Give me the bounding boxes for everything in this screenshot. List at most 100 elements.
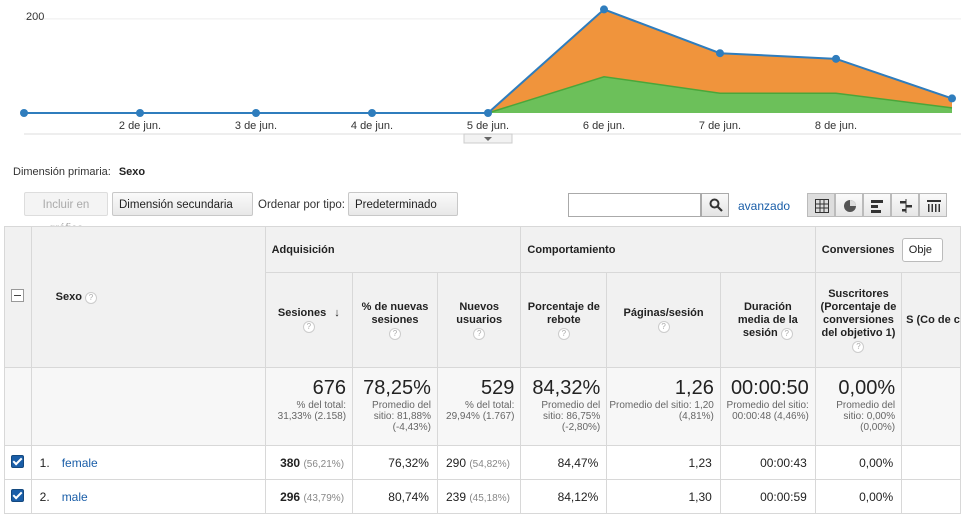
column-header-goal-completions[interactable]: S (Co de c bbox=[901, 272, 961, 368]
data-point bbox=[484, 109, 492, 117]
secondary-dimension-dropdown[interactable]: Dimensión secundaria bbox=[112, 192, 253, 232]
report-table: Sexo ? Adquisición Comportamiento Conver… bbox=[4, 226, 961, 514]
help-icon[interactable]: ? bbox=[852, 340, 865, 353]
performance-view-button[interactable] bbox=[863, 193, 891, 217]
total-cell: 0,00% Promedio del sitio: 0,00% (0,00%) bbox=[814, 367, 903, 446]
x-tick-label: 6 de jun. bbox=[583, 120, 625, 132]
help-icon[interactable]: ? bbox=[85, 291, 98, 304]
search-icon bbox=[709, 198, 723, 212]
row-checkbox[interactable] bbox=[11, 488, 25, 502]
new-users-cell: 239 (45,18%) bbox=[436, 479, 522, 514]
column-header-avg-session-duration[interactable]: Duración media de la sesión ? bbox=[719, 272, 816, 368]
data-point bbox=[136, 109, 144, 117]
pie-view-button[interactable] bbox=[835, 193, 863, 217]
dimension-header[interactable]: Sexo ? bbox=[30, 226, 266, 368]
total-cell: 84,32% Promedio del sitio: 86,75% (-2,80%… bbox=[520, 367, 608, 446]
help-icon[interactable]: ? bbox=[780, 327, 793, 340]
partial-cell bbox=[901, 445, 961, 480]
column-header-sessions[interactable]: Sesiones ↓? bbox=[264, 272, 354, 368]
table-view-button[interactable] bbox=[807, 193, 835, 217]
table-toolbar: Incluir en gráfico Dimensión secundaria … bbox=[0, 192, 961, 235]
new-users-cell: 290 (54,82%) bbox=[436, 445, 522, 480]
advanced-filter-link[interactable]: avanzado bbox=[738, 199, 790, 213]
data-point bbox=[716, 49, 724, 58]
total-cell: 676% del total: 31,33% (2.158) bbox=[264, 367, 354, 446]
column-header-new-users[interactable]: Nuevos usuarios? bbox=[436, 272, 522, 368]
x-tick-label: 8 de jun. bbox=[815, 120, 857, 132]
total-note: Promedio del sitio: 86,75% (-2,80%) bbox=[541, 400, 601, 433]
total-note: Promedio del sitio: 00:00:48 (4,46%) bbox=[726, 400, 809, 422]
total-cell-partial bbox=[901, 367, 961, 446]
row-dimension-link[interactable]: female bbox=[62, 456, 98, 470]
total-cell: 1,26 Promedio del sitio: 1,20 (4,81%) bbox=[606, 367, 721, 446]
table-row: 1. female 380 (56,21%) 76,32% 290 (54,82%… bbox=[4, 445, 961, 480]
search-button[interactable] bbox=[701, 193, 729, 217]
partial-cell bbox=[901, 479, 961, 514]
total-note: Promedio del sitio: 81,88% (-4,43%) bbox=[372, 400, 431, 433]
col-label: Páginas/sesión bbox=[623, 307, 704, 319]
total-value: 529 bbox=[481, 377, 515, 399]
goal-selector[interactable]: Obje bbox=[901, 238, 944, 262]
new-users-value: 290 bbox=[445, 455, 466, 470]
help-icon[interactable]: ? bbox=[302, 321, 315, 333]
help-icon[interactable]: ? bbox=[473, 327, 486, 340]
plot-rows-button[interactable]: Incluir en gráfico bbox=[24, 192, 108, 235]
total-cell: 00:00:50 Promedio del sitio: 00:00:48 (4,… bbox=[719, 367, 816, 446]
conversion-cell: 0,00% bbox=[814, 445, 903, 480]
row-dimension-link[interactable]: male bbox=[62, 490, 88, 504]
col-label: Porcentaje de rebote bbox=[527, 300, 600, 326]
sort-type-dropdown[interactable]: Predeterminado bbox=[348, 192, 458, 232]
data-point bbox=[832, 54, 840, 63]
totals-label-cell bbox=[30, 367, 266, 446]
sort-type-label: Ordenar por tipo: bbox=[258, 199, 345, 211]
total-value: 00:00:50 bbox=[730, 377, 809, 399]
column-header-goal-conversion[interactable]: Suscritores (Porcentaje de conversiones … bbox=[814, 272, 903, 368]
group-header-conversions-label: Conversiones bbox=[821, 243, 895, 256]
primary-dimension-value[interactable]: Sexo bbox=[119, 166, 145, 178]
column-header-bounce-rate[interactable]: Porcentaje de rebote? bbox=[520, 272, 608, 368]
col-label: % de nuevas sesiones bbox=[361, 300, 429, 326]
total-note: Promedio del sitio: 0,00% (0,00%) bbox=[836, 400, 896, 433]
bounce-cell: 84,12% bbox=[520, 479, 608, 514]
total-note: % del total: 29,94% (1.767) bbox=[446, 400, 515, 422]
total-cell: 529% del total: 29,94% (1.767) bbox=[436, 367, 522, 446]
total-cell: 78,25% Promedio del sitio: 81,88% (-4,43%… bbox=[352, 367, 438, 446]
row-checkbox-cell bbox=[4, 479, 32, 514]
select-all-cell bbox=[4, 226, 32, 368]
help-icon[interactable]: ? bbox=[557, 327, 570, 340]
group-header-behavior: Comportamiento bbox=[520, 226, 816, 273]
dimension-header-label: Sexo bbox=[55, 290, 82, 303]
y-tick-label: 200 bbox=[26, 11, 44, 23]
row-index: 2. bbox=[39, 489, 50, 504]
duration-cell: 00:00:43 bbox=[719, 445, 816, 480]
total-value: 84,32% bbox=[532, 377, 601, 399]
x-tick-label: 4 de jun. bbox=[351, 120, 393, 132]
col-label: Suscritores (Porcentaje de conversiones … bbox=[820, 287, 897, 339]
select-all-checkbox[interactable] bbox=[11, 289, 25, 302]
column-header-new-sessions-pct[interactable]: % de nuevas sesiones? bbox=[352, 272, 438, 368]
new-users-pct: (45,18%) bbox=[469, 492, 510, 504]
sessions-pct: (56,21%) bbox=[303, 458, 345, 470]
help-icon[interactable]: ? bbox=[657, 321, 670, 333]
sessions-cell: 380 (56,21%) bbox=[264, 445, 354, 480]
total-value: 1,26 bbox=[674, 377, 714, 399]
row-checkbox-cell bbox=[4, 445, 32, 480]
pivot-view-icon bbox=[927, 200, 941, 212]
pie-view-icon bbox=[844, 200, 856, 212]
comparison-view-button[interactable] bbox=[891, 193, 919, 217]
data-point bbox=[368, 109, 376, 117]
row-index: 1. bbox=[39, 455, 50, 470]
table-view-icon bbox=[815, 199, 829, 213]
column-header-pages-per-session[interactable]: Páginas/sesión? bbox=[606, 272, 721, 368]
x-tick-label: 7 de jun. bbox=[699, 120, 741, 132]
table-row: 2. male 296 (43,79%) 80,74% 239 (45,18%) … bbox=[4, 479, 961, 514]
pivot-view-button[interactable] bbox=[919, 193, 947, 217]
primary-dimension-label: Dimensión primaria: bbox=[13, 166, 111, 178]
bounce-cell: 84,47% bbox=[520, 445, 608, 480]
row-checkbox[interactable] bbox=[11, 454, 25, 468]
primary-dimension-row: Dimensión primaria: Sexo bbox=[13, 166, 145, 178]
total-note: % del total: 31,33% (2.158) bbox=[277, 400, 347, 422]
x-tick-label: 5 de jun. bbox=[467, 120, 509, 132]
table-search-input[interactable] bbox=[568, 193, 701, 217]
help-icon[interactable]: ? bbox=[389, 327, 401, 340]
